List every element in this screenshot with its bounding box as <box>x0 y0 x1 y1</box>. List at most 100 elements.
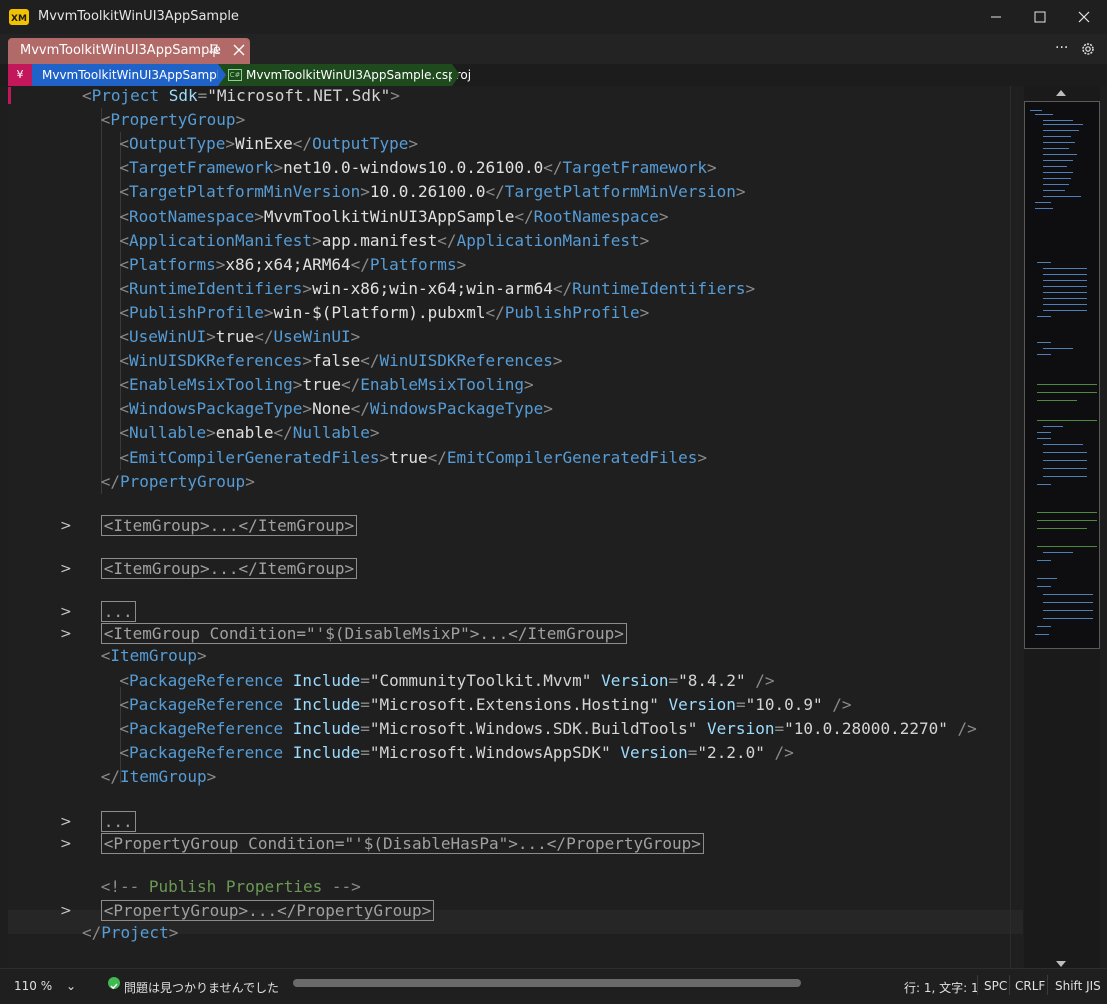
scroll-up-arrow-icon[interactable] <box>1056 90 1066 96</box>
code-line[interactable]: </Project> <box>82 921 178 945</box>
code-line[interactable]: <ItemGroup Condition="'$(DisableMsixP">.… <box>100 622 627 646</box>
code-editor[interactable]: <Project Sdk="Microsoft.NET.Sdk"> <Proper… <box>8 86 1023 968</box>
fold-toggle-icon[interactable]: > <box>60 514 72 538</box>
file-encoding[interactable]: Shift JIS <box>1055 979 1101 993</box>
maximize-button[interactable] <box>1018 0 1062 34</box>
minimap-line <box>1043 154 1077 155</box>
editor-tab[interactable]: MvvmToolkitWinUI3AppSample <box>8 38 250 64</box>
code-line[interactable]: <PackageReference Include="Microsoft.Ext… <box>119 693 851 717</box>
code-line[interactable]: <Platforms>x86;x64;ARM64</Platforms> <box>119 253 466 277</box>
collapsed-region[interactable]: ... <box>100 600 136 622</box>
code-token: < <box>119 670 130 690</box>
code-token: </ <box>552 278 573 298</box>
code-token: app.manifest <box>321 230 438 250</box>
code-line[interactable]: <ItemGroup> <box>101 644 207 668</box>
whitespace-mode[interactable]: SPC <box>984 979 1007 993</box>
chevron-down-icon[interactable]: ⌄ <box>66 979 76 993</box>
code-token: < <box>119 351 130 371</box>
code-line[interactable]: <PublishProfile>win-$(Platform).pubxml</… <box>119 301 649 325</box>
code-line[interactable]: </PropertyGroup> <box>101 470 255 494</box>
code-line[interactable]: <TargetPlatformMinVersion>10.0.26100.0</… <box>119 180 745 204</box>
code-line[interactable]: <EnableMsixTooling>true</EnableMsixTooli… <box>119 373 533 397</box>
minimize-button[interactable] <box>974 0 1018 34</box>
minimap-line <box>1043 196 1081 197</box>
code-line[interactable]: <PackageReference Include="Microsoft.Win… <box>119 741 793 765</box>
minimap-line <box>1037 560 1051 561</box>
pin-icon[interactable] <box>206 42 222 60</box>
more-options-button[interactable]: ··· <box>1055 40 1068 56</box>
code-line[interactable]: <PackageReference Include="CommunityTool… <box>119 669 774 693</box>
code-line[interactable]: <Nullable>enable</Nullable> <box>119 421 379 445</box>
code-line[interactable]: </ItemGroup> <box>101 765 217 789</box>
collapsed-region[interactable]: <ItemGroup Condition="'$(DisableMsixP">.… <box>100 623 627 645</box>
minimap-line <box>1043 136 1071 137</box>
code-line[interactable]: <!-- Publish Properties --> <box>101 875 361 899</box>
code-token: "Microsoft.Extensions.Hosting" <box>369 694 659 714</box>
code-line[interactable]: <ItemGroup>...</ItemGroup> <box>100 514 358 538</box>
fold-toggle-icon[interactable]: > <box>60 899 72 923</box>
code-line[interactable]: <Project Sdk="Microsoft.NET.Sdk"> <box>82 86 400 108</box>
code-token: PackageReference <box>129 718 284 738</box>
code-line[interactable]: <ApplicationManifest>app.manifest</Appli… <box>119 229 649 253</box>
fold-toggle-icon[interactable]: > <box>60 832 72 856</box>
code-line[interactable]: <PackageReference Include="Microsoft.Win… <box>119 717 976 741</box>
zoom-level[interactable]: 110 % <box>14 979 52 993</box>
code-line[interactable]: <RuntimeIdentifiers>win-x86;win-x64;win-… <box>119 277 755 301</box>
code-token: < <box>119 134 130 154</box>
minimap-line <box>1037 420 1097 421</box>
code-line[interactable]: <RootNamespace>MvvmToolkitWinUI3AppSampl… <box>119 205 668 229</box>
code-line[interactable]: <OutputType>WinExe</OutputType> <box>119 132 418 156</box>
minimap-line <box>1043 552 1073 553</box>
breadcrumb-root[interactable]: ¥ <box>8 64 32 86</box>
scroll-down-arrow-icon[interactable] <box>1056 961 1066 967</box>
breadcrumb-project[interactable]: MvvmToolkitWinUI3AppSample <box>32 64 227 86</box>
collapsed-region[interactable]: <ItemGroup>...</ItemGroup> <box>100 558 358 579</box>
close-window-button[interactable] <box>1062 0 1106 34</box>
fold-toggle-icon[interactable]: > <box>60 810 72 834</box>
collapsed-region[interactable]: <PropertyGroup>...</PropertyGroup> <box>100 899 435 921</box>
collapsed-region[interactable]: <ItemGroup>...</ItemGroup> <box>100 515 358 537</box>
code-token: Nullable <box>129 423 207 443</box>
code-token: > <box>408 134 419 154</box>
code-line[interactable]: <PropertyGroup> <box>101 108 246 132</box>
code-line[interactable]: <UseWinUI>true</UseWinUI> <box>119 325 360 349</box>
divider <box>1047 975 1048 995</box>
code-line[interactable]: <WinUISDKReferences>false</WinUISDKRefer… <box>119 349 562 373</box>
code-line[interactable]: <WindowsPackageType>None</WindowsPackage… <box>119 397 553 421</box>
code-line[interactable]: <TargetFramework>net10.0-windows10.0.261… <box>119 156 716 180</box>
horizontal-scrollbar[interactable] <box>293 979 801 987</box>
code-token: = <box>774 718 785 738</box>
code-token: > <box>225 134 235 154</box>
minimap-viewport[interactable] <box>1024 101 1100 649</box>
code-token: PropertyGroup <box>110 110 236 130</box>
code-token: > <box>215 254 226 274</box>
collapsed-region[interactable]: ... <box>100 810 136 832</box>
fold-toggle-icon[interactable]: > <box>60 622 72 646</box>
tab-close-icon[interactable] <box>230 41 248 59</box>
code-token: WindowsPackageType <box>369 399 544 419</box>
close-icon <box>1078 11 1090 23</box>
code-token: > <box>206 423 216 443</box>
code-line[interactable]: <PropertyGroup>...</PropertyGroup> <box>100 899 435 923</box>
cursor-position[interactable]: 行: 1, 文字: 1 <box>904 979 979 996</box>
fold-toggle-icon[interactable]: > <box>60 557 72 581</box>
issues-status[interactable]: 問題は見つかりませんでした <box>124 979 279 996</box>
collapsed-region[interactable]: <PropertyGroup Condition="'$(DisableHasP… <box>100 832 704 854</box>
code-line[interactable]: ... <box>100 810 136 834</box>
code-token: = <box>668 670 679 690</box>
breadcrumb-file[interactable]: MvvmToolkitWinUI3AppSample.csproj <box>218 64 471 86</box>
code-line[interactable]: <ItemGroup>...</ItemGroup> <box>100 557 358 581</box>
code-token: Include <box>292 742 361 762</box>
fold-toggle-icon[interactable]: > <box>60 600 72 624</box>
minimap-line <box>1043 292 1087 293</box>
code-token: Project <box>101 923 169 942</box>
minimap-line <box>1043 310 1087 311</box>
code-line[interactable]: ... <box>100 600 136 624</box>
code-token: ItemGroup <box>110 646 198 666</box>
code-line[interactable]: <PropertyGroup Condition="'$(DisableHasP… <box>100 832 704 856</box>
gear-icon[interactable] <box>1080 41 1096 57</box>
code-line[interactable]: <EmitCompilerGeneratedFiles>true</EmitCo… <box>119 446 707 470</box>
line-ending[interactable]: CRLF <box>1015 979 1045 993</box>
window-title: MvvmToolkitWinUI3AppSample <box>38 9 239 24</box>
